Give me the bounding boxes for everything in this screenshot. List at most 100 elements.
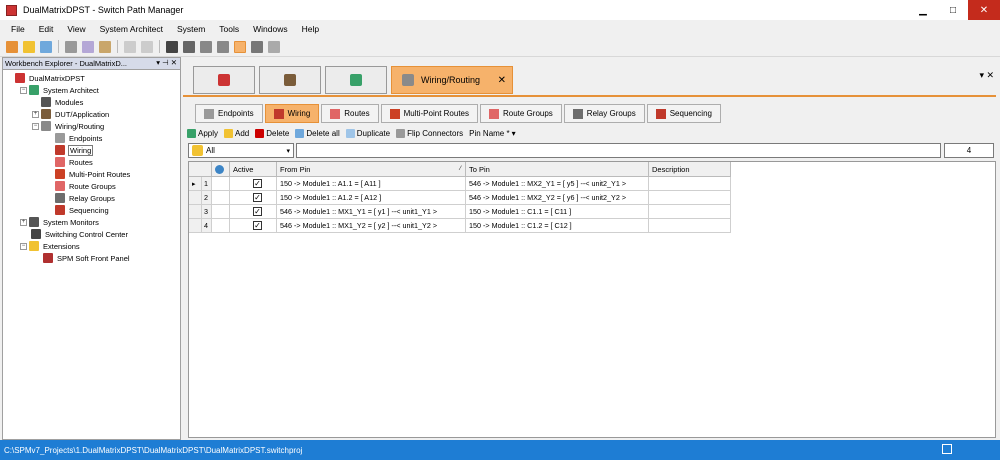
tab-route-groups[interactable]: Route Groups <box>479 104 562 123</box>
minimize-button[interactable]: ▁ <box>908 0 938 20</box>
filter-input[interactable] <box>296 143 941 158</box>
tree-node-spm-soft-front-panel[interactable]: SPM Soft Front Panel <box>43 252 131 264</box>
hardware-icon[interactable] <box>251 40 263 53</box>
from-pin-cell[interactable]: 150 -> Module1 :: A1.2 = [ A12 ] <box>277 191 466 205</box>
doc-tab-wiring-routing[interactable]: Wiring/Routing ✕ <box>391 66 513 94</box>
active-checkbox[interactable]: ✓ <box>253 207 262 216</box>
save-icon[interactable] <box>40 40 52 53</box>
apply-button[interactable]: Apply <box>187 128 218 138</box>
expand-icon[interactable]: + <box>32 110 39 118</box>
tree-node-modules[interactable]: Modules <box>41 96 84 108</box>
active-checkbox[interactable]: ✓ <box>253 179 262 188</box>
find-replace-icon[interactable] <box>183 40 195 53</box>
table-row[interactable]: 2 ✓ 150 -> Module1 :: A1.2 = [ A12 ] 546… <box>189 191 731 205</box>
close-button[interactable]: ✕ <box>968 0 1000 20</box>
tree-node-endpoints[interactable]: Endpoints <box>55 132 103 144</box>
tree-node-routes[interactable]: Routes <box>55 156 94 168</box>
delete-button[interactable]: Delete <box>255 128 289 138</box>
flip-connectors-button[interactable]: Flip Connectors <box>396 128 463 138</box>
cut-icon[interactable] <box>65 40 77 53</box>
tab-wiring[interactable]: Wiring <box>264 104 320 123</box>
tree-node-project[interactable]: DualMatrixDPST <box>15 72 86 84</box>
description-cell[interactable] <box>649 191 731 205</box>
from-pin-cell[interactable]: 546 -> Module1 :: MX1_Y1 = [ y1 ] --< un… <box>277 205 466 219</box>
open-folder-icon[interactable] <box>23 40 35 53</box>
new-project-icon[interactable] <box>6 40 18 53</box>
to-pin-cell[interactable]: 546 -> Module1 :: MX2_Y1 = [ y5 ] --< un… <box>466 177 649 191</box>
chevron-down-icon[interactable]: ▾ <box>286 147 290 155</box>
menu-system[interactable]: System <box>170 24 212 34</box>
search-icon[interactable] <box>166 40 178 53</box>
menu-tools[interactable]: Tools <box>212 24 246 34</box>
table-row[interactable]: 4 ✓ 546 -> Module1 :: MX1_Y2 = [ y2 ] --… <box>189 219 731 233</box>
disconnect-icon[interactable] <box>217 40 229 53</box>
lock-icon[interactable] <box>268 40 280 53</box>
description-cell[interactable] <box>649 205 731 219</box>
connect-icon[interactable] <box>200 40 212 53</box>
tree-node-system-monitors[interactable]: + System Monitors <box>20 216 100 228</box>
tab-multi-point-routes[interactable]: Multi-Point Routes <box>380 104 478 123</box>
menu-help[interactable]: Help <box>295 24 326 34</box>
duplicate-button[interactable]: Duplicate <box>345 128 390 138</box>
active-cell[interactable]: ✓ <box>230 219 277 233</box>
active-cell[interactable]: ✓ <box>230 191 277 205</box>
tree-node-multi-point-routes[interactable]: Multi-Point Routes <box>55 168 131 180</box>
doc-tab-modules[interactable] <box>325 66 387 94</box>
header-to-pin[interactable]: To Pin <box>466 162 649 177</box>
to-pin-cell[interactable]: 546 -> Module1 :: MX2_Y2 = [ y6 ] --< un… <box>466 191 649 205</box>
copy-icon[interactable] <box>82 40 94 53</box>
routing-toggle-icon[interactable] <box>234 40 246 53</box>
active-cell[interactable]: ✓ <box>230 177 277 191</box>
tree-node-relay-groups[interactable]: Relay Groups <box>55 192 116 204</box>
active-checkbox[interactable]: ✓ <box>253 193 262 202</box>
menu-view[interactable]: View <box>60 24 92 34</box>
tab-routes[interactable]: Routes <box>321 104 379 123</box>
maximize-button[interactable]: □ <box>938 0 968 20</box>
paste-icon[interactable] <box>99 40 111 53</box>
tree-node-extensions[interactable]: − Extensions <box>20 240 81 252</box>
tree-node-wiring[interactable]: Wiring <box>55 144 94 156</box>
active-cell[interactable]: ✓ <box>230 205 277 219</box>
header-description[interactable]: Description <box>649 162 731 177</box>
table-row[interactable]: ▸ 1 ✓ 150 -> Module1 :: A1.1 = [ A11 ] 5… <box>189 177 731 191</box>
header-from-pin[interactable]: From Pin ⁄ <box>277 162 466 177</box>
from-pin-cell[interactable]: 546 -> Module1 :: MX1_Y2 = [ y2 ] --< un… <box>277 219 466 233</box>
pin-name-dropdown[interactable]: Pin Name * ▾ <box>469 129 515 138</box>
description-cell[interactable] <box>649 177 731 191</box>
tree-node-dut-application[interactable]: + DUT/Application <box>32 108 110 120</box>
tab-relay-groups[interactable]: Relay Groups <box>563 104 645 123</box>
menu-file[interactable]: File <box>4 24 32 34</box>
undo-icon[interactable] <box>124 40 136 53</box>
header-settings[interactable] <box>212 162 230 177</box>
expand-icon[interactable]: + <box>20 218 27 226</box>
active-checkbox[interactable]: ✓ <box>253 221 262 230</box>
collapse-icon[interactable]: − <box>32 122 39 130</box>
to-pin-cell[interactable]: 150 -> Module1 :: C1.1 = [ C11 ] <box>466 205 649 219</box>
close-tab-icon[interactable]: ✕ <box>498 75 506 86</box>
tree-node-route-groups[interactable]: Route Groups <box>55 180 117 192</box>
tree-node-switching-control-center[interactable]: Switching Control Center <box>31 228 129 240</box>
redo-icon[interactable] <box>141 40 153 53</box>
doc-tab-dut[interactable] <box>259 66 321 94</box>
header-active[interactable]: Active <box>230 162 277 177</box>
panel-controls[interactable]: ▾ ✕ <box>979 70 994 81</box>
table-row[interactable]: 3 ✓ 546 -> Module1 :: MX1_Y1 = [ y1 ] --… <box>189 205 731 219</box>
tree-node-system-architect[interactable]: − System Architect <box>20 84 100 96</box>
tab-sequencing[interactable]: Sequencing <box>646 104 721 123</box>
to-pin-cell[interactable]: 150 -> Module1 :: C1.2 = [ C12 ] <box>466 219 649 233</box>
menu-system-architect[interactable]: System Architect <box>93 24 170 34</box>
collapse-icon[interactable]: − <box>20 242 27 250</box>
tree-node-sequencing[interactable]: Sequencing <box>55 204 110 216</box>
from-pin-cell[interactable]: 150 -> Module1 :: A1.1 = [ A11 ] <box>277 177 466 191</box>
menu-edit[interactable]: Edit <box>32 24 61 34</box>
tree-node-wiring-routing[interactable]: − Wiring/Routing <box>32 120 105 132</box>
status-panel-icon[interactable] <box>942 444 952 454</box>
add-button[interactable]: Add <box>224 128 249 138</box>
menu-windows[interactable]: Windows <box>246 24 294 34</box>
doc-tab-system-architect[interactable] <box>193 66 255 94</box>
filter-select[interactable]: All ▾ <box>188 143 294 158</box>
collapse-icon[interactable]: − <box>20 86 27 94</box>
description-cell[interactable] <box>649 219 731 233</box>
tab-endpoints[interactable]: Endpoints <box>195 104 263 123</box>
delete-all-button[interactable]: Delete all <box>295 128 340 138</box>
